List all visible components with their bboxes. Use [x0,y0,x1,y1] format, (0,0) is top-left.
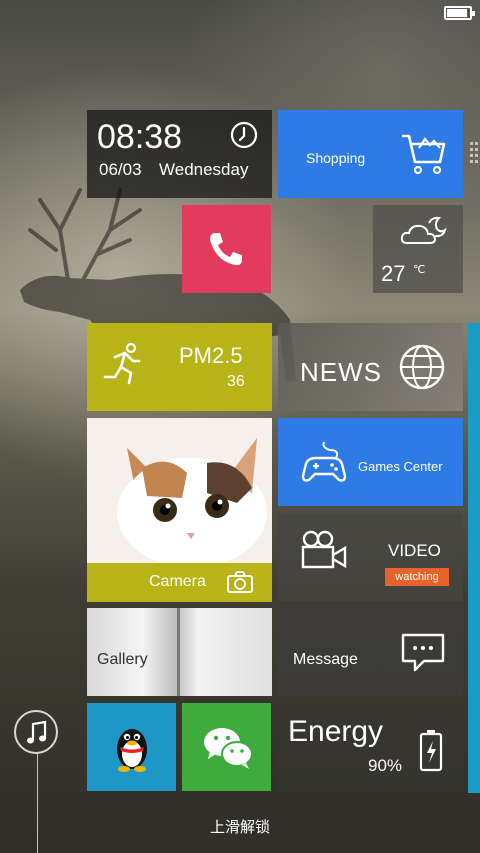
clock-weekday: Wednesday [159,160,249,179]
qq-tile[interactable] [87,703,176,791]
wechat-icon [204,728,253,769]
gallery-label: Gallery [97,651,148,668]
cat-photo [87,418,272,563]
shopping-label: Shopping [306,150,366,166]
weather-tile[interactable]: 27 ℃ [373,205,463,293]
shopping-tile[interactable]: Shopping [278,110,463,198]
globe-icon [399,344,445,390]
energy-tile[interactable]: Energy 90% [278,703,463,791]
video-camera-icon [301,530,347,569]
clock-icon [230,121,258,149]
running-person-icon [103,342,141,385]
phone-tile[interactable] [182,205,271,293]
news-tile[interactable]: NEWS [278,323,463,411]
video-label: VIDEO [388,541,441,560]
phone-icon [210,233,242,266]
games-center-label: Games Center [358,459,443,474]
pm25-label: PM2.5 [179,343,243,368]
gamepad-icon [301,441,347,482]
camera-tile[interactable]: Camera [87,418,272,602]
qq-penguin-icon [117,729,147,772]
music-button[interactable] [14,710,58,754]
music-note-icon [27,720,47,744]
edge-tile-grid-icon [468,140,480,170]
energy-label: Energy [288,715,384,748]
energy-value: 90% [368,756,403,775]
message-label: Message [293,651,358,668]
games-center-tile[interactable]: Games Center [278,418,463,506]
video-tile[interactable]: VIDEO watching [278,513,463,601]
weather-cloud-moon-icon [400,216,447,244]
camera-icon [227,571,253,593]
edge-tile-blue[interactable] [468,323,480,793]
battery-icon [444,6,475,20]
gallery-divider [177,608,180,696]
clock-time: 08:38 [97,118,183,156]
wechat-tile[interactable] [182,703,271,791]
unlock-hint[interactable]: 上滑解锁 [0,816,480,837]
shopping-cart-icon [402,134,446,175]
pm25-tile[interactable]: PM2.5 36 [87,323,272,411]
music-line [37,752,38,853]
pm25-value: 36 [227,373,245,390]
video-watching-badge: watching [385,568,449,586]
news-label: NEWS [300,357,382,387]
message-tile[interactable]: Message [278,608,463,696]
weather-temperature: 27 [381,261,406,286]
clock-date: 06/03 [99,160,142,179]
clock-tile[interactable]: 08:38 06/03 Wednesday [87,110,272,198]
camera-label: Camera [149,573,206,590]
gallery-tile[interactable]: Gallery [87,608,272,696]
message-bubble-icon [401,633,445,672]
weather-unit: ℃ [413,264,426,276]
battery-charging-icon [419,730,443,772]
